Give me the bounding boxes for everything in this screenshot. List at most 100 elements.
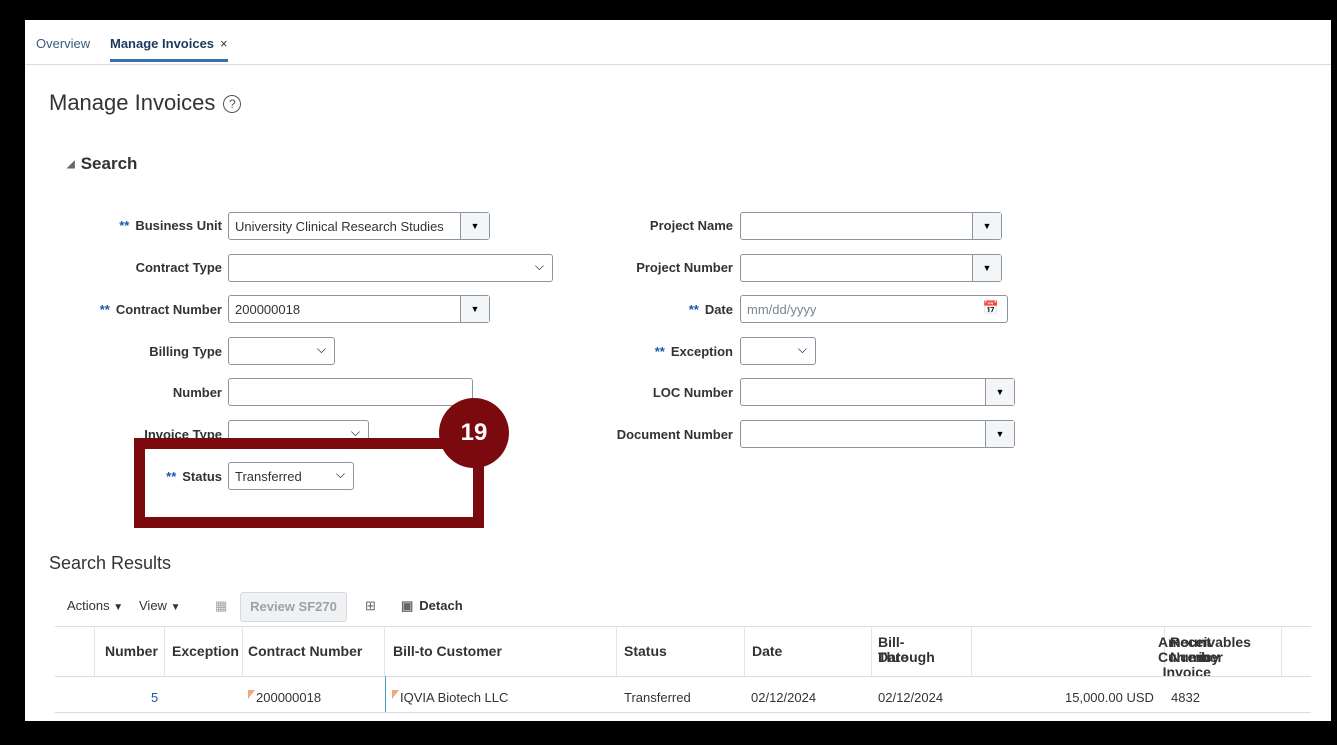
contract-number-label-text: Contract Number <box>115 302 222 317</box>
col-contract-number-label: Contract Number <box>248 643 363 659</box>
col-date[interactable]: Date <box>745 626 872 676</box>
col-receivables-line1: Receivables <box>1170 634 1251 650</box>
tab-bar: Overview Manage Invoices × <box>25 20 1331 65</box>
screenshot-frame-left <box>0 0 25 745</box>
help-icon[interactable]: ? <box>223 95 242 113</box>
col-status[interactable]: Status <box>617 626 745 676</box>
cell-number-link[interactable]: 5 <box>151 690 158 705</box>
loc-number-dropdown-button[interactable]: ▼ <box>985 379 1014 405</box>
calendar-icon[interactable]: 📅 <box>983 300 999 316</box>
number-input[interactable] <box>228 378 473 406</box>
document-number-dropdown-button[interactable]: ▼ <box>985 421 1014 447</box>
date-placeholder: mm/dd/yyyy <box>747 302 817 317</box>
cell-contract-number-text: 200000018 <box>256 690 322 705</box>
required-marker: ** <box>688 302 699 317</box>
cell-receivables-number: 4832 <box>1171 690 1200 705</box>
freeze-columns-icon[interactable]: ⊞ <box>365 598 376 614</box>
triangle-down-icon: ▼ <box>982 263 992 273</box>
contract-number-value: 200000018 <box>235 302 301 317</box>
cell-focus-indicator <box>385 676 386 712</box>
search-section-header[interactable]: ◢ Search <box>67 154 137 174</box>
project-number-dropdown-button[interactable]: ▼ <box>972 255 1001 281</box>
col-number-label: Number <box>105 643 158 659</box>
col-receivables-number[interactable]: Receivables Number <box>1165 626 1282 676</box>
cell-contract-number: 200000018 <box>248 690 321 705</box>
tab-manage-invoices[interactable]: Manage Invoices × <box>110 36 228 62</box>
triangle-down-icon: ▼ <box>113 602 124 613</box>
number-label: Number <box>172 385 222 400</box>
close-tab-icon[interactable]: × <box>220 36 228 51</box>
search-header-label: Search <box>80 154 138 173</box>
search-results-title: Search Results <box>49 553 172 573</box>
cell-bill-through-date: 02/12/2024 <box>878 690 944 705</box>
col-exception[interactable]: Exception <box>165 626 243 676</box>
document-number-select[interactable]: ▼ <box>740 420 1015 448</box>
contract-number-label: ** Contract Number <box>65 302 222 317</box>
collapse-triangle-icon[interactable]: ◢ <box>67 159 75 170</box>
project-name-dropdown-button[interactable]: ▼ <box>972 213 1001 239</box>
contract-number-select[interactable]: 200000018 ▼ <box>228 295 490 323</box>
exception-label: ** Exception <box>615 344 733 359</box>
business-unit-select[interactable]: University Clinical Research Studies ▼ <box>228 212 490 240</box>
col-contract-number[interactable]: Contract Number <box>243 626 385 676</box>
loc-number-label: LOC Number <box>652 385 733 400</box>
triangle-down-icon: ▼ <box>995 387 1005 397</box>
flag-icon <box>392 690 399 699</box>
col-bill-through-date[interactable]: Bill-Through Date <box>872 626 972 676</box>
col-exception-label: Exception <box>172 643 239 659</box>
cell-date: 02/12/2024 <box>751 690 817 705</box>
exception-select[interactable]: ⌵ <box>740 337 816 365</box>
chevron-down-icon: ⌵ <box>797 342 807 356</box>
col-receivables-line2: Number <box>1170 649 1223 665</box>
review-sf270-button[interactable]: Review SF270 <box>240 592 347 622</box>
triangle-down-icon: ▼ <box>995 429 1005 439</box>
col-bill-to-label: Bill-to Customer <box>393 643 502 659</box>
detach-button[interactable]: ▣ Detach <box>401 598 463 614</box>
table-grid-icon[interactable]: ▦ <box>215 598 227 614</box>
loc-number-select[interactable]: ▼ <box>740 378 1015 406</box>
cell-bill-to-text: IQVIA Biotech LLC <box>400 690 509 705</box>
date-input[interactable]: mm/dd/yyyy 📅 <box>740 295 1008 323</box>
view-menu[interactable]: View ▼ <box>139 598 180 613</box>
callout-highlight-box <box>134 438 484 528</box>
business-unit-label: ** Business Unit <box>85 218 222 233</box>
required-marker: ** <box>654 344 665 359</box>
project-number-select[interactable]: ▼ <box>740 254 1002 282</box>
actions-menu[interactable]: Actions ▼ <box>67 598 123 613</box>
project-name-label: Project Name <box>649 218 733 233</box>
triangle-down-icon: ▼ <box>470 221 480 231</box>
screenshot-frame-bottom <box>0 721 1337 745</box>
date-label: ** Date <box>635 302 733 317</box>
contract-type-select[interactable]: ⌵ <box>228 254 553 282</box>
page-title-text: Manage Invoices <box>49 90 216 115</box>
view-menu-label: View <box>139 598 167 613</box>
triangle-down-icon: ▼ <box>470 304 480 314</box>
billing-type-select[interactable]: ⌵ <box>228 337 335 365</box>
table-row-border <box>55 712 1311 713</box>
business-unit-label-text: Business Unit <box>135 218 222 233</box>
project-number-label: Project Number <box>636 260 733 275</box>
contract-number-dropdown-button[interactable]: ▼ <box>460 296 489 322</box>
project-name-select[interactable]: ▼ <box>740 212 1002 240</box>
col-status-label: Status <box>624 643 667 659</box>
cell-amount: 15,000.00 USD <box>1065 690 1154 705</box>
required-marker: ** <box>119 218 130 233</box>
table-header-border <box>55 676 1311 677</box>
business-unit-dropdown-button[interactable]: ▼ <box>460 213 489 239</box>
screenshot-frame-right <box>1331 0 1337 745</box>
detach-icon: ▣ <box>401 598 414 613</box>
col-number[interactable]: Number <box>95 626 165 676</box>
exception-label-text: Exception <box>670 344 733 359</box>
required-marker: ** <box>99 302 110 317</box>
col-bill-to-customer[interactable]: Bill-to Customer <box>385 626 617 676</box>
contract-type-label: Contract Type <box>135 260 222 275</box>
col-amount[interactable]: Amount in Invoice Currency <box>972 626 1219 680</box>
app-content: Overview Manage Invoices × Manage Invoice… <box>25 20 1331 721</box>
triangle-down-icon: ▼ <box>170 602 181 613</box>
cell-bill-to-customer: IQVIA Biotech LLC <box>392 690 508 705</box>
tab-overview[interactable]: Overview <box>36 36 90 51</box>
cell-status: Transferred <box>624 690 691 705</box>
row-selector-header <box>55 626 95 676</box>
screenshot-frame-top <box>0 0 1337 20</box>
callout-step-badge: 19 <box>439 398 509 468</box>
